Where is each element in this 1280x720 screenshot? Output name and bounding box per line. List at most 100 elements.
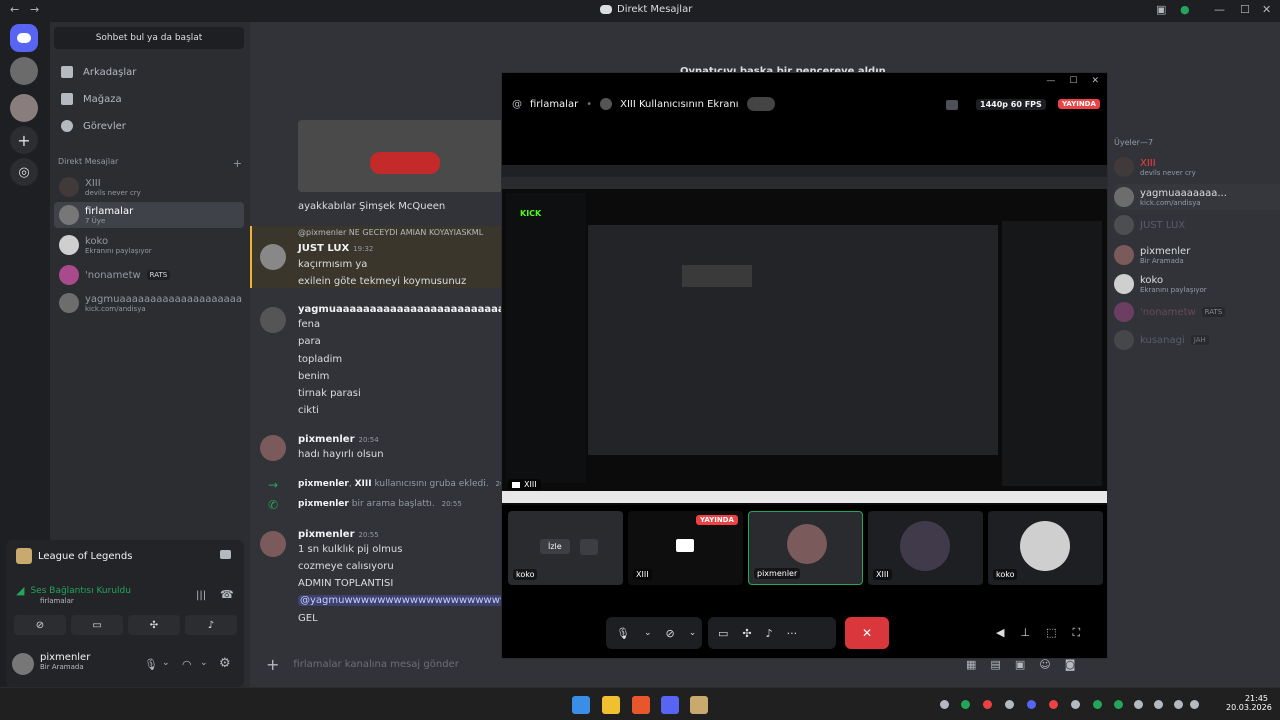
tray-icon[interactable] (1114, 700, 1123, 709)
watch-button[interactable]: İzle (540, 539, 570, 554)
minimize-button[interactable]: — (1046, 76, 1055, 86)
member-item[interactable]: yagmuaaaaaaa... kick.com/andisya (1114, 184, 1280, 210)
participant-tile-pixmenler[interactable]: pixmenler (748, 511, 863, 585)
inbox-icon[interactable]: ▣ (1156, 3, 1166, 16)
soundboard-icon[interactable]: ♪ (766, 627, 773, 640)
nav-store[interactable]: Mağaza (58, 87, 242, 111)
server-icon-2[interactable] (10, 94, 38, 122)
nav-quests[interactable]: Görevler (58, 114, 242, 138)
file-explorer-icon[interactable] (602, 696, 620, 714)
member-item[interactable]: 'nonametw RATS (1114, 299, 1280, 325)
participant-tile-xiii-stream[interactable]: YAYINDA XIII (628, 511, 743, 585)
chevron-down-icon[interactable]: ⌄ (689, 628, 697, 638)
tray-icon[interactable] (1027, 700, 1036, 709)
league-taskbar-icon[interactable] (690, 696, 708, 714)
microphone-icon[interactable]: 🎙︎ (616, 627, 630, 640)
gift-icon[interactable]: ▤ (990, 658, 1000, 671)
tray-icon[interactable] (983, 700, 992, 709)
participant-tile-xiii[interactable]: XIII (868, 511, 983, 585)
settings-gear-icon[interactable]: ⚙ (219, 656, 231, 671)
share-screen-icon[interactable]: ▭ (718, 627, 728, 640)
server-icon-1[interactable] (10, 57, 38, 85)
tray-icon[interactable] (1049, 700, 1058, 709)
apps-icon[interactable]: ▦ (966, 658, 976, 671)
chevron-down-icon[interactable]: ⌄ (644, 628, 652, 638)
chevron-down-icon[interactable]: ⌄ (200, 658, 208, 668)
volume-icon[interactable] (1190, 700, 1199, 709)
share-screen-button[interactable]: ▭ (71, 615, 123, 635)
avatar[interactable] (260, 531, 286, 557)
end-call-button[interactable]: ✕ (845, 617, 889, 649)
find-conversation-button[interactable]: Sohbet bul ya da başlat (54, 27, 244, 49)
tray-icon[interactable] (940, 700, 949, 709)
nav-friends[interactable]: Arkadaşlar (58, 60, 242, 84)
maximize-button[interactable]: ☐ (1240, 3, 1250, 16)
user-avatar[interactable] (12, 653, 34, 675)
disconnect-icon[interactable]: ☎ (220, 588, 234, 601)
microphone-icon[interactable]: 🎙︎ (144, 658, 158, 671)
more-options-icon[interactable]: ··· (787, 627, 798, 640)
tray-icon[interactable] (1071, 700, 1080, 709)
message-input[interactable]: firlamalar kanalına mesaj gönder (293, 659, 458, 670)
pin-icon[interactable]: ⊥ (1020, 626, 1030, 640)
activity-screen-icon[interactable] (220, 550, 231, 559)
back-icon[interactable]: ← (10, 3, 19, 16)
gif-icon[interactable]: ▣ (1015, 658, 1025, 671)
close-button[interactable]: ✕ (1091, 76, 1099, 86)
brave-browser-icon[interactable] (632, 696, 650, 714)
tray-icon[interactable] (1005, 700, 1014, 709)
avatar[interactable] (260, 307, 286, 333)
maximize-button[interactable]: ☐ (1069, 76, 1077, 86)
member-item[interactable]: XIII devils never cry (1114, 154, 1280, 180)
forward-icon[interactable]: → (30, 3, 39, 16)
noise-suppression-icon[interactable]: ||| (196, 590, 206, 601)
member-item[interactable]: kusanagi JAH (1114, 327, 1280, 353)
camera-off-icon[interactable]: ⊘ (666, 627, 675, 640)
reply-reference[interactable]: @pixmenler NE GECEYDI AMIAN KOYAYIASKML (298, 228, 483, 237)
camera-off-button[interactable]: ⊘ (14, 615, 66, 635)
add-server-icon[interactable]: + (10, 126, 38, 154)
fullscreen-icon[interactable]: ⛶ (1072, 626, 1080, 640)
close-button[interactable]: ✕ (1262, 3, 1271, 16)
popout-icon[interactable] (580, 539, 598, 555)
voice-status[interactable]: ◢ Ses Bağlantısı Kuruldu firlamalar (16, 584, 131, 605)
avatar[interactable] (260, 435, 286, 461)
dm-item-xiii[interactable]: XIII devils never cry (54, 174, 244, 200)
discover-icon[interactable]: ◎ (10, 158, 38, 186)
shared-screen[interactable]: KICK XIII (502, 165, 1107, 505)
dm-item-koko[interactable]: koko Ekranını paylaşıyor (54, 232, 244, 258)
popin-icon[interactable]: ⬚ (1046, 626, 1056, 640)
minimize-button[interactable]: — (1214, 3, 1225, 16)
tray-icon[interactable] (1093, 700, 1102, 709)
network-icon[interactable] (1174, 700, 1183, 709)
tray-icon[interactable] (1134, 700, 1143, 709)
headphones-icon[interactable]: ◠ (182, 658, 192, 671)
dm-item-yagmu[interactable]: yagmuaaaaaaaaaaaaaaaaaaaa kick.com/andisy… (54, 290, 244, 316)
volume-icon[interactable]: ◀ (996, 626, 1004, 640)
stream-settings-icon[interactable] (946, 100, 958, 110)
microphone-tray-icon[interactable] (1154, 700, 1163, 709)
member-item[interactable]: pixmenler Bir Aramada (1114, 242, 1280, 268)
clock[interactable]: 21:45 20.03.2026 (1226, 694, 1272, 712)
add-attachment-icon[interactable]: + (266, 655, 279, 674)
activities-icon[interactable]: ✣ (742, 627, 751, 640)
participant-tile-koko[interactable]: koko (988, 511, 1103, 585)
dm-item-nonametw[interactable]: 'nonametw RATS (54, 262, 244, 288)
emoji-icon[interactable]: ☺ (1039, 658, 1050, 671)
member-item[interactable]: JUST LUX (1114, 212, 1280, 238)
help-icon[interactable]: ● (1180, 3, 1190, 16)
soundboard-button[interactable]: ♪ (185, 615, 237, 635)
member-item[interactable]: koko Ekranını paylaşıyor (1114, 271, 1280, 297)
participant-tile-koko-stream[interactable]: İzle koko (508, 511, 623, 585)
discord-taskbar-icon[interactable] (661, 696, 679, 714)
direct-messages-button[interactable] (10, 24, 38, 52)
dm-item-firlamalar[interactable]: firlamalar 7 Üye (54, 202, 244, 228)
add-dm-button[interactable]: + (233, 157, 242, 170)
tray-icon[interactable] (961, 700, 970, 709)
sticker-icon[interactable]: ◙ (1065, 658, 1076, 671)
chevron-down-icon[interactable]: ⌄ (162, 658, 170, 668)
avatar[interactable] (260, 244, 286, 270)
activities-button[interactable]: ✣ (128, 615, 180, 635)
start-icon[interactable] (572, 696, 590, 714)
image-attachment[interactable] (298, 120, 503, 192)
